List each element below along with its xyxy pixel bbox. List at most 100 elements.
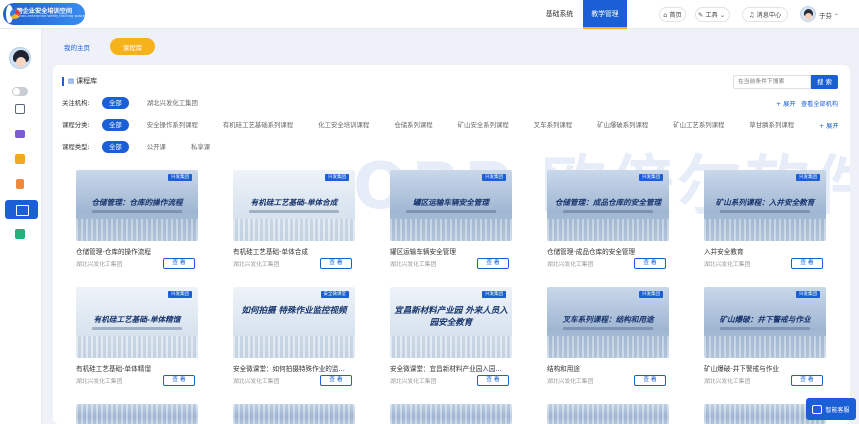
filter-type-option[interactable]: 公开课 xyxy=(140,141,173,153)
sidebar-collapse-toggle[interactable] xyxy=(12,87,28,96)
course-thumbnail-partial[interactable] xyxy=(233,404,355,424)
course-library-panel: OBP 欧倍尔软件 ▤ 课程库 搜 索 关注机构: 全部 湖北兴发化工集团 + … xyxy=(53,65,850,424)
user-name[interactable]: 于芬 xyxy=(819,10,832,20)
course-card[interactable]: 兴发集团 罐区运输车辆安全管理 罐区运输车辆安全管理 湖北兴发化工集团 查 看 xyxy=(390,170,512,278)
filter-org-expand[interactable]: + 展开 xyxy=(776,99,796,108)
brand-logo: 兴发集团 xyxy=(639,174,663,181)
course-thumbnail-partial[interactable] xyxy=(76,404,198,424)
course-card[interactable]: 兴发集团 叉车系列课程：结构和用途 结构和用途 湖北兴发化工集团 查 看 xyxy=(547,287,669,395)
calendar-icon[interactable] xyxy=(15,229,25,239)
course-title[interactable]: 入井安全教育 xyxy=(704,246,826,256)
view-course-button[interactable]: 查 看 xyxy=(320,375,352,386)
filter-type-option[interactable]: 私享课 xyxy=(184,141,217,153)
user-avatar[interactable] xyxy=(800,6,816,22)
course-thumbnail-partial[interactable] xyxy=(547,404,669,424)
view-course-button[interactable]: 查 看 xyxy=(163,258,195,269)
filter-category-option[interactable]: 有机硅工艺基础系列课程 xyxy=(216,119,300,131)
filter-type-all[interactable]: 全部 xyxy=(102,140,129,153)
search-input[interactable] xyxy=(733,75,811,89)
filter-org-option[interactable]: 湖北兴发化工集团 xyxy=(140,97,205,109)
filter-category-option[interactable]: 叉车系列课程 xyxy=(527,119,579,131)
view-course-button[interactable]: 查 看 xyxy=(791,375,823,386)
sidebar-item-course-library[interactable] xyxy=(5,200,38,219)
course-thumbnail[interactable]: 兴发集团 有机硅工艺基础-单体合成 xyxy=(233,170,355,241)
course-title[interactable]: 安全微课堂：如何拍摄特殊作业的监... xyxy=(233,363,355,373)
view-course-button[interactable]: 查 看 xyxy=(791,258,823,269)
view-all-orgs-link[interactable]: 查看全部机构 xyxy=(801,99,838,108)
course-thumbnail[interactable]: 兴发集团 仓储管理：仓库的操作流程 xyxy=(76,170,198,241)
sidebar-avatar[interactable] xyxy=(9,47,31,69)
course-card[interactable]: 兴发集团 有机硅工艺基础-单体合成 有机硅工艺基础-单体合成 湖北兴发化工集团 … xyxy=(233,170,355,278)
tab-my-home[interactable]: 我的主页 xyxy=(53,38,101,55)
home-button[interactable]: ⌂ 首页 xyxy=(659,7,686,22)
user-menu-chevron-icon[interactable]: ⌄ xyxy=(834,10,839,17)
course-thumbnail[interactable]: 安全微课堂 如何拍摄 特殊作业监控视频 xyxy=(233,287,355,358)
course-thumbnail[interactable]: 兴发集团 矿山爆破：井下警戒与作业 xyxy=(704,287,826,358)
filter-category-expand[interactable]: + 展开 xyxy=(819,121,839,130)
course-org: 湖北兴发化工集团 xyxy=(76,262,123,268)
app-logo[interactable]: 跨企业安全培训空间 Cross-enterprise safety traini… xyxy=(3,3,85,25)
course-thumbnail[interactable]: 兴发集团 有机硅工艺基础-单体精馏 xyxy=(76,287,198,358)
course-title[interactable]: 结构和用途 xyxy=(547,363,669,373)
wrench-icon: ✎ xyxy=(697,10,704,19)
topnav-teaching-management[interactable]: 教学管理 xyxy=(583,0,627,29)
course-thumbnail[interactable]: 兴发集团 罐区运输车辆安全管理 xyxy=(390,170,512,241)
course-org: 湖北兴发化工集团 xyxy=(704,262,751,268)
notes-icon[interactable] xyxy=(16,179,24,189)
smart-assistant-button[interactable]: 智能客服 xyxy=(806,398,856,420)
filter-category-option[interactable]: 矿山安全系列课程 xyxy=(451,119,516,131)
brand-logo: 兴发集团 xyxy=(482,174,506,181)
filter-category-label: 课程分类: xyxy=(62,121,90,129)
brand-logo: 兴发集团 xyxy=(482,291,506,298)
course-card[interactable]: 兴发集团 宜昌新材料产业园 外来人员入园安全教育 安全微课堂：宜昌新材料产业园入… xyxy=(390,287,512,395)
course-thumbnail[interactable]: 兴发集团 宜昌新材料产业园 外来人员入园安全教育 xyxy=(390,287,512,358)
tab-course-library[interactable]: 课程库 xyxy=(110,38,155,55)
course-card[interactable]: 兴发集团 仓储管理：成品仓库的安全管理 仓储管理-成品仓库的安全管理 湖北兴发化… xyxy=(547,170,669,278)
tools-dropdown[interactable]: ✎ 工具 ⌄ xyxy=(695,7,730,22)
document-icon[interactable] xyxy=(15,104,25,114)
course-title[interactable]: 仓储管理-仓库的操作流程 xyxy=(76,246,198,256)
course-thumbnail[interactable]: 兴发集团 仓储管理：成品仓库的安全管理 xyxy=(547,170,669,241)
course-title[interactable]: 仓储管理-成品仓库的安全管理 xyxy=(547,246,669,256)
brand-logo: 安全微课堂 xyxy=(320,291,349,298)
view-course-button[interactable]: 查 看 xyxy=(320,258,352,269)
home-button-label: 首页 xyxy=(669,12,682,19)
view-course-button[interactable]: 查 看 xyxy=(477,375,509,386)
course-thumbnail[interactable]: 兴发集团 叉车系列课程：结构和用途 xyxy=(547,287,669,358)
course-title[interactable]: 有机硅工艺基础-单体合成 xyxy=(233,246,355,256)
course-thumbnail-partial[interactable] xyxy=(390,404,512,424)
brand-logo: 兴发集团 xyxy=(325,174,349,181)
search-button[interactable]: 搜 索 xyxy=(811,75,838,89)
folder-icon[interactable] xyxy=(15,154,25,164)
filter-category-option[interactable]: 草甘膦系列课程 xyxy=(742,119,801,131)
filter-category-option[interactable]: 矿山爆破系列课程 xyxy=(590,119,655,131)
view-course-button[interactable]: 查 看 xyxy=(477,258,509,269)
course-title[interactable]: 矿山爆破-井下警戒与作业 xyxy=(704,363,826,373)
view-course-button[interactable]: 查 看 xyxy=(634,258,666,269)
course-org: 湖北兴发化工集团 xyxy=(704,379,751,385)
course-card[interactable]: 兴发集团 矿山系列课程：入井安全教育 入井安全教育 湖北兴发化工集团 查 看 xyxy=(704,170,826,278)
course-title[interactable]: 安全微课堂：宜昌新材料产业园入园... xyxy=(390,363,512,373)
filter-category-option[interactable]: 仓储系列课程 xyxy=(387,119,439,131)
course-title[interactable]: 有机硅工艺基础-单体精馏 xyxy=(76,363,198,373)
brand-logo: 兴发集团 xyxy=(796,291,820,298)
view-course-button[interactable]: 查 看 xyxy=(163,375,195,386)
brand-logo: 兴发集团 xyxy=(796,174,820,181)
course-card[interactable]: 兴发集团 有机硅工艺基础-单体精馏 有机硅工艺基础-单体精馏 湖北兴发化工集团 … xyxy=(76,287,198,395)
filter-category-option[interactable]: 矿山工艺系列课程 xyxy=(666,119,731,131)
course-card[interactable]: 兴发集团 仓储管理：仓库的操作流程 仓储管理-仓库的操作流程 湖北兴发化工集团 … xyxy=(76,170,198,278)
filter-category-option[interactable]: 安全操作系列课程 xyxy=(140,119,205,131)
course-title[interactable]: 罐区运输车辆安全管理 xyxy=(390,246,512,256)
topnav-basic-system[interactable]: 基础系统 xyxy=(536,0,583,29)
view-course-button[interactable]: 查 看 xyxy=(634,375,666,386)
filter-org-all[interactable]: 全部 xyxy=(102,96,129,109)
filter-category-all[interactable]: 全部 xyxy=(102,118,129,131)
messages-button[interactable]: ♫ 消息中心 xyxy=(742,7,788,22)
course-thumbnail[interactable]: 兴发集团 矿山系列课程：入井安全教育 xyxy=(704,170,826,241)
course-card[interactable]: 安全微课堂 如何拍摄 特殊作业监控视频 安全微课堂：如何拍摄特殊作业的监... … xyxy=(233,287,355,395)
course-card[interactable]: 兴发集团 矿山爆破：井下警戒与作业 矿山爆破-井下警戒与作业 湖北兴发化工集团 … xyxy=(704,287,826,395)
chat-icon[interactable] xyxy=(15,130,25,138)
filter-category-option[interactable]: 化工安全培训课程 xyxy=(311,119,376,131)
thumbnail-caption: 叉车系列课程：结构和用途 xyxy=(562,315,654,324)
bell-icon: ♫ xyxy=(748,10,755,19)
